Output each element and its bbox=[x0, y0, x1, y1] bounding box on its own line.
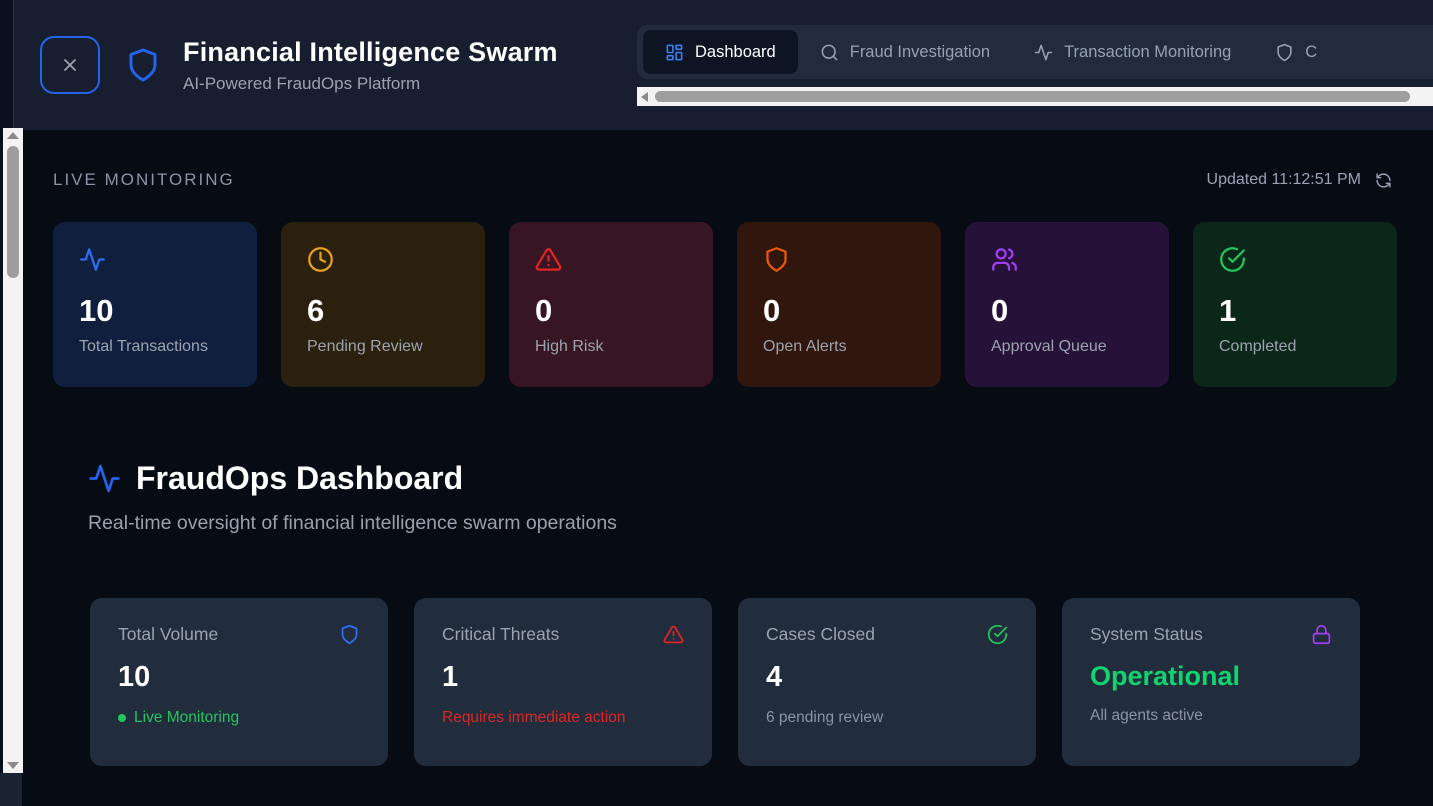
activity-icon bbox=[88, 462, 121, 495]
card-value: 10 bbox=[118, 661, 360, 694]
shield-icon bbox=[1275, 43, 1294, 62]
page-subtitle: Real-time oversight of financial intelli… bbox=[88, 512, 617, 535]
tabbar-horizontal-scrollbar[interactable] bbox=[637, 87, 1433, 106]
stat-label: Open Alerts bbox=[763, 338, 915, 356]
card-value: Operational bbox=[1090, 661, 1332, 692]
app-subtitle: AI-Powered FraudOps Platform bbox=[183, 74, 558, 94]
card-system-status: System Status Operational All agents act… bbox=[1062, 598, 1360, 766]
card-footer-text: Live Monitoring bbox=[134, 709, 239, 727]
stat-card-approval-queue: 0 Approval Queue bbox=[965, 222, 1169, 387]
card-critical-threats: Critical Threats 1 Requires immediate ac… bbox=[414, 598, 712, 766]
page-heading: FraudOps Dashboard Real-time oversight o… bbox=[88, 460, 617, 535]
stat-label: Pending Review bbox=[307, 338, 459, 356]
tab-label: Transaction Monitoring bbox=[1064, 43, 1231, 62]
card-footer-text: All agents active bbox=[1090, 707, 1203, 725]
stat-value: 0 bbox=[991, 293, 1143, 329]
stat-card-completed: 1 Completed bbox=[1193, 222, 1397, 387]
app-title: Financial Intelligence Swarm bbox=[183, 37, 558, 68]
stat-card-open-alerts: 0 Open Alerts bbox=[737, 222, 941, 387]
card-footer-text: 6 pending review bbox=[766, 709, 883, 727]
live-monitoring-stats: 10 Total Transactions 6 Pending Review 0… bbox=[53, 222, 1397, 387]
vertical-scrollbar-thumb[interactable] bbox=[7, 146, 19, 278]
card-title: Cases Closed bbox=[766, 624, 875, 645]
shield-logo-icon bbox=[125, 46, 161, 84]
search-icon bbox=[820, 43, 839, 62]
card-footer: Live Monitoring bbox=[118, 709, 360, 727]
page-title: FraudOps Dashboard bbox=[136, 460, 463, 497]
tab-label: C bbox=[1305, 43, 1317, 62]
main-nav-tabbar: Dashboard Fraud Investigation Transactio… bbox=[637, 25, 1433, 79]
users-icon bbox=[991, 246, 1143, 273]
updated-row: Updated 11:12:51 PM bbox=[1207, 171, 1392, 189]
live-dot bbox=[118, 714, 126, 722]
scroll-down-arrow-icon[interactable] bbox=[7, 762, 19, 769]
shield-icon bbox=[339, 624, 360, 645]
tab-transaction-monitoring[interactable]: Transaction Monitoring bbox=[1012, 30, 1253, 74]
scroll-up-arrow-icon[interactable] bbox=[7, 132, 19, 139]
card-footer-text: Requires immediate action bbox=[442, 709, 626, 727]
updated-timestamp: Updated 11:12:51 PM bbox=[1207, 171, 1361, 189]
tab-fraud-investigation[interactable]: Fraud Investigation bbox=[798, 30, 1012, 74]
card-title: Total Volume bbox=[118, 624, 218, 645]
clock-icon bbox=[307, 246, 459, 273]
alert-triangle-icon bbox=[535, 246, 687, 273]
card-footer: 6 pending review bbox=[766, 709, 1008, 727]
card-footer: All agents active bbox=[1090, 707, 1332, 725]
header-titles: Financial Intelligence Swarm AI-Powered … bbox=[183, 37, 558, 94]
card-total-volume: Total Volume 10 Live Monitoring bbox=[90, 598, 388, 766]
stat-card-high-risk: 0 High Risk bbox=[509, 222, 713, 387]
stat-label: High Risk bbox=[535, 338, 687, 356]
card-title: System Status bbox=[1090, 624, 1203, 645]
card-cases-closed: Cases Closed 4 6 pending review bbox=[738, 598, 1036, 766]
stat-value: 0 bbox=[763, 293, 915, 329]
card-value: 1 bbox=[442, 661, 684, 694]
vertical-scrollbar[interactable] bbox=[3, 128, 23, 773]
refresh-icon[interactable] bbox=[1375, 172, 1392, 189]
left-edge-strip-bottom bbox=[0, 773, 22, 806]
card-title: Critical Threats bbox=[442, 624, 559, 645]
stat-value: 6 bbox=[307, 293, 459, 329]
stat-label: Approval Queue bbox=[991, 338, 1143, 356]
close-icon bbox=[60, 55, 80, 75]
tab-dashboard[interactable]: Dashboard bbox=[643, 30, 798, 74]
stat-label: Total Transactions bbox=[79, 338, 231, 356]
stat-value: 0 bbox=[535, 293, 687, 329]
tab-compliance-partial[interactable]: C bbox=[1253, 30, 1339, 74]
stat-value: 10 bbox=[79, 293, 231, 329]
activity-icon bbox=[1034, 43, 1053, 62]
stat-label: Completed bbox=[1219, 338, 1371, 356]
summary-cards: Total Volume 10 Live Monitoring Critical… bbox=[90, 598, 1360, 766]
shield-icon bbox=[763, 246, 915, 273]
horizontal-scrollbar-thumb[interactable] bbox=[655, 91, 1410, 102]
alert-triangle-icon bbox=[663, 624, 684, 645]
tab-label: Fraud Investigation bbox=[850, 43, 990, 62]
card-value: 4 bbox=[766, 661, 1008, 694]
stat-value: 1 bbox=[1219, 293, 1371, 329]
activity-icon bbox=[79, 246, 231, 273]
tab-label: Dashboard bbox=[695, 43, 776, 62]
stat-card-pending-review: 6 Pending Review bbox=[281, 222, 485, 387]
close-button[interactable] bbox=[40, 36, 100, 94]
check-circle-icon bbox=[987, 624, 1008, 645]
stat-card-total-transactions: 10 Total Transactions bbox=[53, 222, 257, 387]
dashboard-grid-icon bbox=[665, 43, 684, 62]
live-monitoring-header: LIVE MONITORING Updated 11:12:51 PM bbox=[53, 170, 1392, 190]
lock-icon bbox=[1311, 624, 1332, 645]
card-footer: Requires immediate action bbox=[442, 709, 684, 727]
section-label: LIVE MONITORING bbox=[53, 170, 235, 190]
check-circle-icon bbox=[1219, 246, 1371, 273]
scroll-left-arrow-icon[interactable] bbox=[641, 92, 648, 102]
